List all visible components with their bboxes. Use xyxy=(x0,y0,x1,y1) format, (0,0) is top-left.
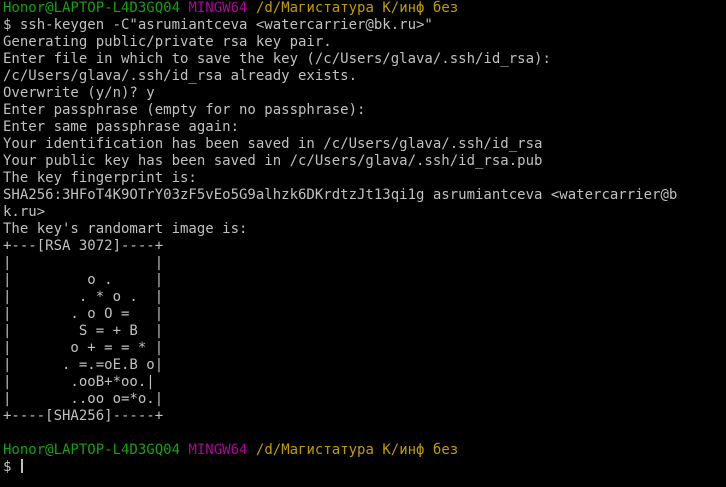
terminal-window[interactable]: Honor@LAPTOP-L4D3GQ04 MINGW64 /d/Магиста… xyxy=(0,0,726,487)
output-line: Overwrite (y/n)? y xyxy=(3,85,155,101)
randomart-line: +---[RSA 3072]----+ xyxy=(3,238,164,254)
randomart-line: | o + = = * | xyxy=(3,340,164,356)
prompt-path: /d/Магистатура К/инф без xyxy=(255,0,459,16)
randomart-line: | .ooB+*oo.| xyxy=(3,374,155,390)
randomart-line: | . o O = | xyxy=(3,306,164,322)
terminal-output: Honor@LAPTOP-L4D3GQ04 MINGW64 /d/Магиста… xyxy=(3,0,723,476)
prompt-line: Honor@LAPTOP-L4D3GQ04 MINGW64 /d/Магиста… xyxy=(3,442,723,459)
randomart-line: +----[SHA256]-----+ xyxy=(3,408,164,424)
randomart-line: | o . | xyxy=(3,272,164,288)
output-line: Generating public/private rsa key pair. xyxy=(3,34,332,50)
input-prompt: $ xyxy=(3,459,20,475)
randomart-line: | S = + B | xyxy=(3,323,164,339)
output-line: /c/Users/glava/.ssh/id_rsa already exist… xyxy=(3,68,358,84)
randomart-line: | . * o . | xyxy=(3,289,164,305)
output-line: Your identification has been saved in /c… xyxy=(3,136,543,152)
randomart-line: | . =.=oE.B o| xyxy=(3,357,164,373)
output-line: The key's randomart image is: xyxy=(3,221,248,237)
fingerprint-line: SHA256:3HFoT4K9OTrY03zF5vEo5G9alhzk6DKrd… xyxy=(3,187,678,203)
command-line: $ ssh-keygen -C"asrumiantceva <watercarr… xyxy=(3,17,433,33)
output-line: Enter passphrase (empty for no passphras… xyxy=(3,102,366,118)
input-line[interactable]: $ xyxy=(3,459,723,476)
prompt-user-host: Honor@LAPTOP-L4D3GQ04 xyxy=(3,0,181,16)
fingerprint-line: k.ru> xyxy=(3,204,46,220)
output-line: Your public key has been saved in /c/Use… xyxy=(3,153,543,169)
randomart-line: | | xyxy=(3,255,164,271)
output-line: Enter file in which to save the key (/c/… xyxy=(3,51,551,67)
output-line: Enter same passphrase again: xyxy=(3,119,240,135)
prompt-system: MINGW64 xyxy=(188,0,248,16)
prompt-user-host: Honor@LAPTOP-L4D3GQ04 xyxy=(3,442,181,458)
prompt-line: Honor@LAPTOP-L4D3GQ04 MINGW64 /d/Магиста… xyxy=(3,0,723,17)
prompt-system: MINGW64 xyxy=(188,442,248,458)
prompt-path: /d/Магистатура К/инф без xyxy=(255,442,459,458)
randomart-line: | ..oo o=*o.| xyxy=(3,391,164,407)
output-line: The key fingerprint is: xyxy=(3,170,197,186)
text-cursor xyxy=(20,459,23,473)
